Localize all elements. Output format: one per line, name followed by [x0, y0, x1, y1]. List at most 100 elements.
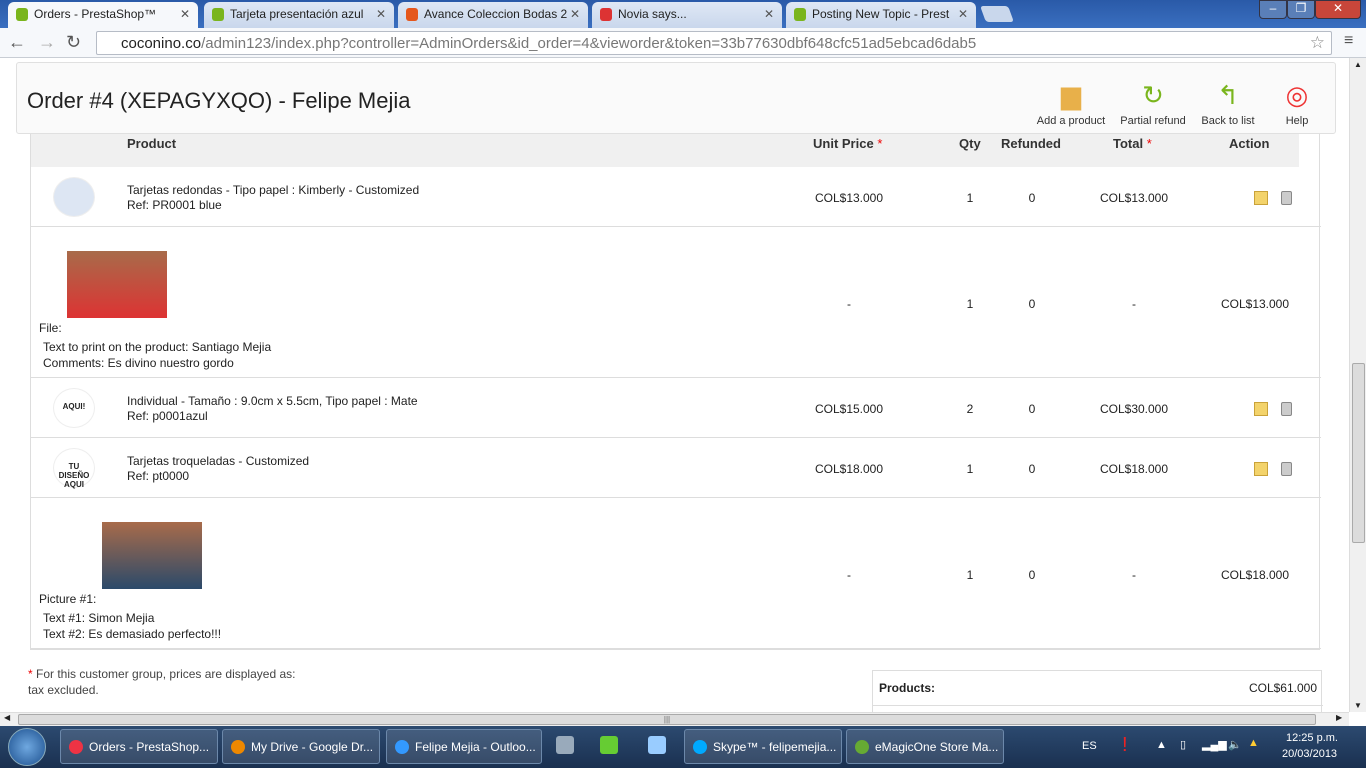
- browser-tab[interactable]: Avance Coleccion Bodas 2 ✕: [398, 2, 588, 28]
- close-tab-icon[interactable]: ✕: [570, 7, 580, 21]
- taskbar-item[interactable]: My Drive - Google Dr...: [222, 729, 380, 764]
- scroll-down-icon[interactable]: ▼: [1354, 701, 1362, 710]
- cell-unit-price: COL$15.000: [814, 402, 884, 416]
- back-arrow-icon[interactable]: ←: [8, 32, 26, 53]
- table-row: COL$18.000 1 0 COL$18.000 TU DISEÑO AQUI Tarj…: [31, 438, 1321, 498]
- horizontal-scroll-thumb[interactable]: |||: [18, 714, 1316, 725]
- windows-taskbar: Orders - PrestaShop... My Drive - Google …: [0, 726, 1366, 768]
- address-bar[interactable]: coconino.co/admin123/index.php?controlle…: [96, 31, 1332, 55]
- cell-total: COL$13.000: [1099, 191, 1169, 205]
- product-ref: Ref: pt0000: [127, 469, 190, 483]
- page-content: Product Unit Price * Qty Refunded Total …: [0, 58, 1349, 712]
- close-tab-icon[interactable]: ✕: [376, 7, 386, 21]
- product-thumbnail[interactable]: [53, 177, 95, 217]
- cell-qty: 1: [966, 567, 974, 582]
- vertical-scrollbar[interactable]: ▲ ▼: [1349, 58, 1366, 712]
- volume-icon[interactable]: 🔈: [1228, 738, 1242, 751]
- browser-tab-bar: Orders - PrestaShop™ ✕ Tarjeta presentació…: [0, 0, 1366, 29]
- product-thumbnail[interactable]: AQUI!: [53, 388, 95, 428]
- green-app-icon[interactable]: [600, 736, 618, 754]
- delete-icon[interactable]: [1281, 191, 1292, 205]
- col-qty: Qty: [959, 136, 981, 151]
- scroll-left-icon[interactable]: ◀: [4, 713, 10, 722]
- back-to-list-button[interactable]: ↰ Back to list: [1188, 79, 1268, 127]
- taskbar-item[interactable]: Skype™ - felipemejia...: [684, 729, 842, 764]
- prestashop-icon: [212, 8, 224, 21]
- edit-icon[interactable]: [1254, 402, 1268, 416]
- taskbar-item[interactable]: Felipe Mejia - Outloo...: [386, 729, 542, 764]
- cell-action: COL$18.000: [1220, 567, 1290, 582]
- target-icon: [406, 8, 418, 21]
- start-button[interactable]: [8, 728, 46, 766]
- table-row: COL$15.000 2 0 COL$30.000 AQUI! Individual - …: [31, 378, 1321, 438]
- product-name[interactable]: Tarjetas redondas - Tipo papel : Kimberl…: [127, 183, 419, 197]
- maximize-button[interactable]: ❐: [1287, 0, 1315, 19]
- order-products-table: Product Unit Price * Qty Refunded Total …: [30, 122, 1321, 650]
- scroll-right-icon[interactable]: ▶: [1336, 713, 1342, 722]
- browser-tab[interactable]: Posting New Topic - Prest ✕: [786, 2, 976, 28]
- browser-tab[interactable]: Tarjeta presentación azul ✕: [204, 2, 394, 28]
- taskbar-item[interactable]: eMagicOne Store Ma...: [846, 729, 1004, 764]
- google-drive-icon[interactable]: ▲: [1248, 737, 1259, 749]
- col-unit-price: Unit Price *: [813, 136, 883, 151]
- cell-total: COL$18.000: [1099, 462, 1169, 476]
- partial-refund-button[interactable]: ↻ Partial refund: [1113, 79, 1193, 127]
- clock-time[interactable]: 12:25 p.m.: [1286, 732, 1338, 744]
- product-thumbnail[interactable]: TU DISEÑO AQUI: [53, 448, 95, 489]
- cell-action: COL$13.000: [1220, 296, 1290, 311]
- calculator-icon[interactable]: [648, 736, 666, 754]
- alert-icon[interactable]: !: [1122, 734, 1128, 757]
- delete-icon[interactable]: [1281, 402, 1292, 416]
- network-icon[interactable]: ▂▄▆: [1202, 738, 1227, 751]
- help-button[interactable]: ◎ Help: [1257, 79, 1337, 127]
- col-product: Product: [127, 136, 177, 151]
- battery-icon[interactable]: ▯: [1180, 738, 1186, 751]
- reload-icon[interactable]: ↻: [66, 32, 81, 53]
- product-name[interactable]: Individual - Tamaño : 9.0cm x 5.5cm, Tip…: [127, 394, 418, 408]
- cell-total: -: [1132, 296, 1136, 311]
- cell-refunded: 0: [1028, 462, 1036, 476]
- delete-icon[interactable]: [1281, 462, 1292, 476]
- ie-globe-icon[interactable]: [556, 736, 574, 754]
- back-icon: ↰: [1217, 80, 1239, 110]
- cell-qty: 1: [966, 462, 974, 476]
- menu-icon[interactable]: ≡: [1344, 32, 1353, 50]
- taskbar-item[interactable]: Orders - PrestaShop...: [60, 729, 218, 764]
- show-hidden-icons[interactable]: ▲: [1156, 739, 1167, 751]
- edit-icon[interactable]: [1254, 191, 1268, 205]
- browser-toolbar: ← → ↻ coconino.co/admin123/index.php?con…: [0, 28, 1366, 58]
- close-tab-icon[interactable]: ✕: [958, 7, 968, 21]
- close-window-button[interactable]: ✕: [1315, 0, 1361, 19]
- vertical-scroll-thumb[interactable]: [1352, 363, 1365, 543]
- customization-photo[interactable]: [67, 251, 167, 318]
- cell-total: -: [1132, 567, 1136, 582]
- bookmark-star-icon[interactable]: ☆: [1310, 33, 1325, 53]
- scroll-up-icon[interactable]: ▲: [1354, 60, 1362, 69]
- minimize-button[interactable]: –: [1259, 0, 1287, 19]
- edit-icon[interactable]: [1254, 462, 1268, 476]
- app-icon: [395, 740, 409, 754]
- add-product-icon: ▆: [1061, 80, 1081, 110]
- col-refunded: Refunded: [1001, 136, 1061, 151]
- horizontal-scrollbar[interactable]: ◀ ||| ▶: [0, 712, 1349, 726]
- customization-photo[interactable]: [102, 522, 202, 589]
- browser-tab[interactable]: Orders - PrestaShop™ ✕: [8, 2, 198, 29]
- clock-date[interactable]: 20/03/2013: [1282, 748, 1337, 760]
- browser-tab[interactable]: Novia says... ✕: [592, 2, 782, 28]
- refund-icon: ↻: [1142, 80, 1164, 110]
- cell-unit-price: COL$18.000: [814, 462, 884, 476]
- customization-text: Comments: Es divino nuestro gordo: [43, 356, 234, 370]
- col-action: Action: [1229, 136, 1270, 151]
- customization-label: Picture #1:: [39, 592, 97, 606]
- customization-label: File:: [39, 321, 62, 335]
- add-product-button[interactable]: ▆ Add a product: [1031, 79, 1111, 127]
- customization-text: Text to print on the product: Santiago M…: [43, 340, 272, 354]
- close-tab-icon[interactable]: ✕: [764, 7, 774, 21]
- new-tab-button[interactable]: [980, 6, 1014, 22]
- forward-arrow-icon[interactable]: →: [38, 32, 56, 53]
- close-tab-icon[interactable]: ✕: [180, 7, 190, 21]
- cell-refunded: 0: [1028, 567, 1036, 582]
- customization-text: Text #2: Es demasiado perfecto!!!: [43, 627, 222, 641]
- language-indicator[interactable]: ES: [1082, 740, 1097, 752]
- product-name[interactable]: Tarjetas troqueladas - Customized: [127, 454, 309, 468]
